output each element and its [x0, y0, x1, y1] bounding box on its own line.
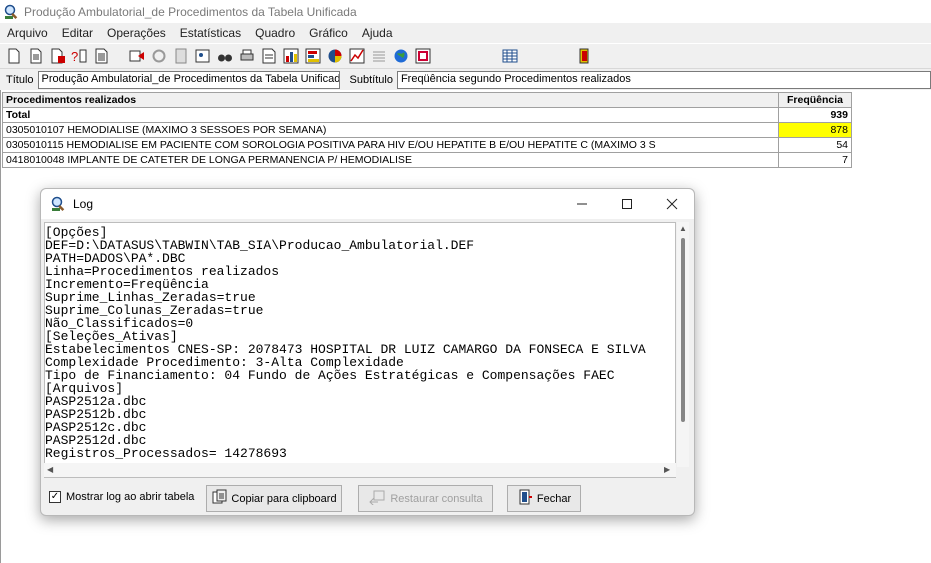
minimize-icon[interactable]: [559, 189, 605, 219]
log-button-bar: ✓ Mostrar log ao abrir tabela Copiar par…: [41, 481, 694, 517]
close-button[interactable]: Fechar: [507, 485, 581, 512]
table-total-row: Total 939: [2, 107, 852, 123]
table-row: 0305010115 HEMODIALISE EM PACIENTE COM S…: [2, 137, 852, 153]
log-title: Log: [73, 197, 94, 211]
total-value[interactable]: 939: [778, 107, 852, 123]
app-title: Produção Ambulatorial_de Procedimentos d…: [24, 4, 357, 19]
restore-query-button[interactable]: Restaurar consulta: [358, 485, 493, 512]
menu-quadro[interactable]: Quadro: [248, 26, 302, 40]
binoculars-icon[interactable]: [215, 47, 234, 65]
row-procedure[interactable]: 0305010115 HEMODIALISE EM PACIENTE COM S…: [2, 137, 779, 153]
table-header-row: Procedimentos realizados Freqüência: [2, 92, 852, 108]
show-log-checkbox-label[interactable]: Mostrar log ao abrir tabela: [66, 491, 194, 503]
log-vscroll-thumb[interactable]: [681, 238, 685, 422]
header-procedimentos[interactable]: Procedimentos realizados: [2, 92, 779, 108]
magnifier-icon: [51, 196, 67, 212]
close-button-label: Fechar: [536, 492, 572, 505]
copy-clipboard-label: Copiar para clipboard: [231, 492, 337, 505]
total-label[interactable]: Total: [2, 107, 779, 123]
image-icon[interactable]: [193, 47, 212, 65]
exit-door-icon: [517, 489, 533, 508]
log-line: Registros_Processados= 14278693: [45, 446, 287, 461]
insert-icon[interactable]: [127, 47, 146, 65]
globe-icon[interactable]: [391, 47, 410, 65]
clipboard-icon: [211, 489, 227, 508]
table-row: 0305010107 HEMODIALISE (MAXIMO 3 SESSOES…: [2, 122, 852, 138]
print-icon[interactable]: [237, 47, 256, 65]
log-horizontal-scrollbar[interactable]: ◀ ▶: [44, 463, 676, 477]
results-table: Procedimentos realizados Freqüência Tota…: [2, 92, 852, 168]
log-textarea[interactable]: [Opções] DEF=D:\DATASUS\TABWIN\TAB_SIA\Pr…: [44, 222, 676, 478]
scroll-right-icon[interactable]: ▶: [664, 465, 670, 474]
copy-clipboard-button[interactable]: Copiar para clipboard: [206, 485, 342, 512]
restore-icon: [368, 489, 386, 508]
show-log-checkbox[interactable]: ✓: [49, 491, 61, 503]
open-file-icon[interactable]: [26, 47, 45, 65]
bar-chart-icon[interactable]: [281, 47, 300, 65]
menu-ajuda[interactable]: Ajuda: [355, 26, 400, 40]
edit-doc-icon[interactable]: [92, 47, 111, 65]
maximize-icon[interactable]: [604, 189, 650, 219]
show-log-checkbox-wrap[interactable]: ✓ Mostrar log ao abrir tabela: [49, 491, 194, 503]
scroll-left-icon[interactable]: ◀: [47, 465, 53, 474]
lines-icon[interactable]: [369, 47, 388, 65]
log-titlebar[interactable]: Log: [41, 189, 694, 219]
toolbar: ?: [0, 44, 931, 68]
log-line: Tipo de Financiamento: 04 Fundo de Ações…: [45, 368, 615, 383]
print-preview-icon[interactable]: [259, 47, 278, 65]
log-dialog: Log [Opções] DEF=D:\DATASUS\TABWIN\TAB_SI…: [40, 188, 695, 516]
log-text-content: [Opções] DEF=D:\DATASUS\TABWIN\TAB_SIA\Pr…: [45, 223, 675, 461]
app-titlebar: Produção Ambulatorial_de Procedimentos d…: [0, 0, 931, 23]
help-query-icon[interactable]: ?: [70, 47, 89, 65]
row-procedure[interactable]: 0305010107 HEMODIALISE (MAXIMO 3 SESSOES…: [2, 122, 779, 138]
table-row: 0418010048 IMPLANTE DE CATETER DE LONGA …: [2, 152, 852, 168]
calculator-icon[interactable]: [171, 47, 190, 65]
magnifier-icon: [4, 4, 20, 20]
title-fields-row: Título Produção Ambulatorial_de Procedim…: [0, 68, 931, 90]
menu-grafico[interactable]: Gráfico: [302, 26, 355, 40]
new-file-icon[interactable]: [4, 47, 23, 65]
menu-arquivo[interactable]: Arquivo: [0, 26, 55, 40]
exit-door-icon[interactable]: [574, 47, 593, 65]
row-procedure[interactable]: 0418010048 IMPLANTE DE CATETER DE LONGA …: [2, 152, 779, 168]
titulo-input[interactable]: Produção Ambulatorial_de Procedimentos d…: [37, 70, 340, 89]
menu-operacoes[interactable]: Operações: [100, 26, 173, 40]
header-frequencia[interactable]: Freqüência: [778, 92, 852, 108]
map-icon[interactable]: [413, 47, 432, 65]
menu-bar: Arquivo Editar Operações Estatísticas Qu…: [0, 23, 931, 43]
scroll-up-icon[interactable]: ▲: [679, 224, 687, 233]
subtitulo-input[interactable]: Freqüência segundo Procedimentos realiza…: [396, 70, 931, 89]
svg-text:?: ?: [71, 49, 78, 64]
close-icon[interactable]: [649, 189, 695, 219]
subtitulo-label: Subtítulo: [349, 73, 393, 86]
line-chart-icon[interactable]: [347, 47, 366, 65]
menu-editar[interactable]: Editar: [55, 26, 100, 40]
restore-query-label: Restaurar consulta: [390, 492, 483, 505]
run-query-icon[interactable]: [48, 47, 67, 65]
row-frequency[interactable]: 7: [778, 152, 852, 168]
titulo-label: Título: [6, 73, 34, 86]
pie-chart-icon[interactable]: [325, 47, 344, 65]
row-frequency[interactable]: 54: [778, 137, 852, 153]
table-grid-icon[interactable]: [500, 47, 519, 65]
hbar-chart-icon[interactable]: [303, 47, 322, 65]
row-frequency-selected[interactable]: 878: [778, 122, 852, 138]
refresh-icon[interactable]: [149, 47, 168, 65]
menu-estatisticas[interactable]: Estatísticas: [173, 26, 248, 40]
log-vertical-scrollbar[interactable]: ▲: [677, 222, 689, 467]
